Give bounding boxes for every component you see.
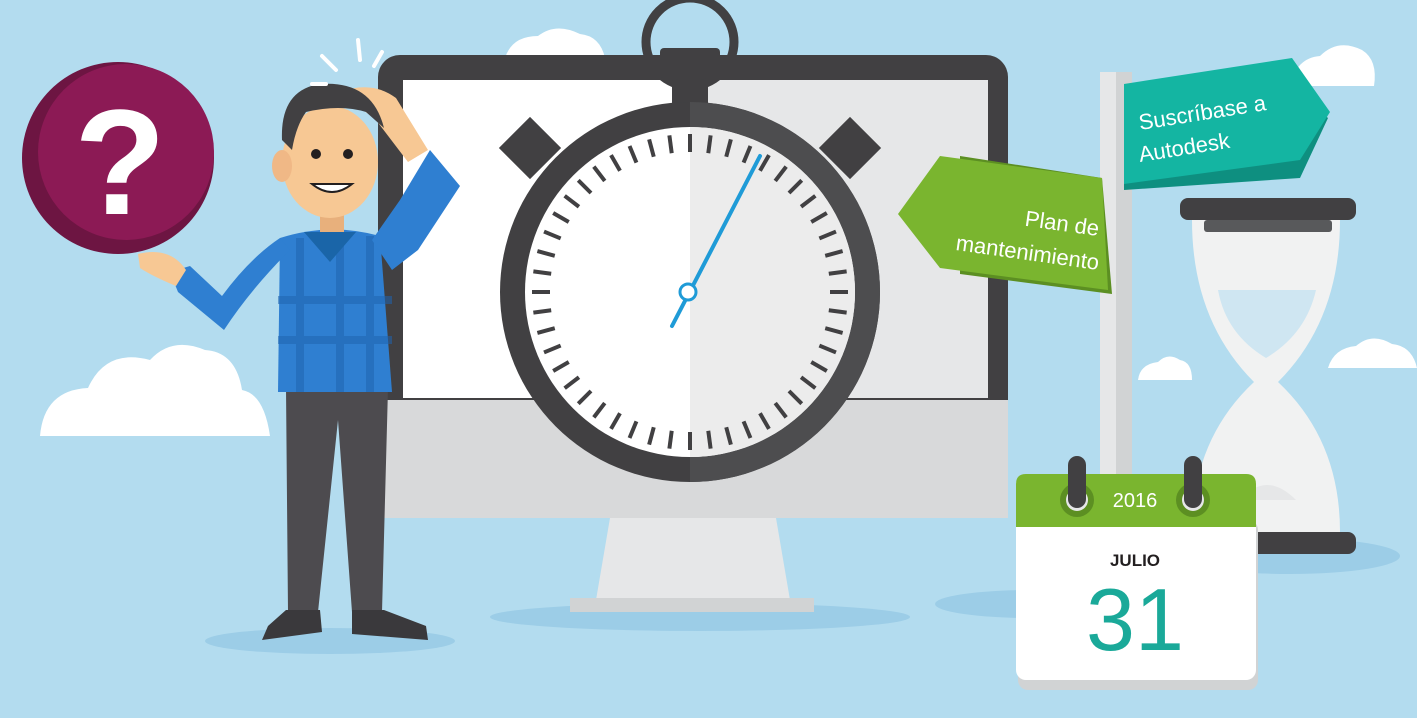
person-ear xyxy=(272,150,292,182)
calendar-binder-left xyxy=(1068,456,1086,508)
calendar-year: 2016 xyxy=(1113,490,1158,512)
stopwatch-tick xyxy=(533,269,552,276)
calendar-month: JULIO xyxy=(1110,551,1160,570)
monitor-stand-base xyxy=(570,598,814,612)
person-right-eye xyxy=(343,149,353,159)
stopwatch-tick xyxy=(706,135,713,154)
stopwatch-tick xyxy=(828,269,847,276)
stopwatch-tick xyxy=(828,308,847,315)
question-mark-icon: ? xyxy=(74,78,166,246)
person-left-eye xyxy=(311,149,321,159)
calendar-day: 31 xyxy=(1086,570,1184,669)
stopwatch-hub xyxy=(678,282,698,302)
stopwatch-tick xyxy=(667,135,674,154)
hourglass-top-cap xyxy=(1180,198,1356,220)
monitor-stand xyxy=(596,518,790,600)
stopwatch-tick xyxy=(667,430,674,449)
stopwatch-crown xyxy=(660,48,720,78)
hourglass-top-rim xyxy=(1204,220,1332,232)
stopwatch-tick xyxy=(706,430,713,449)
calendar-binder-right xyxy=(1184,456,1202,508)
stopwatch-tick xyxy=(533,308,552,315)
illustration-scene: Plan de mantenimiento Suscríbase a Autod… xyxy=(0,0,1417,718)
